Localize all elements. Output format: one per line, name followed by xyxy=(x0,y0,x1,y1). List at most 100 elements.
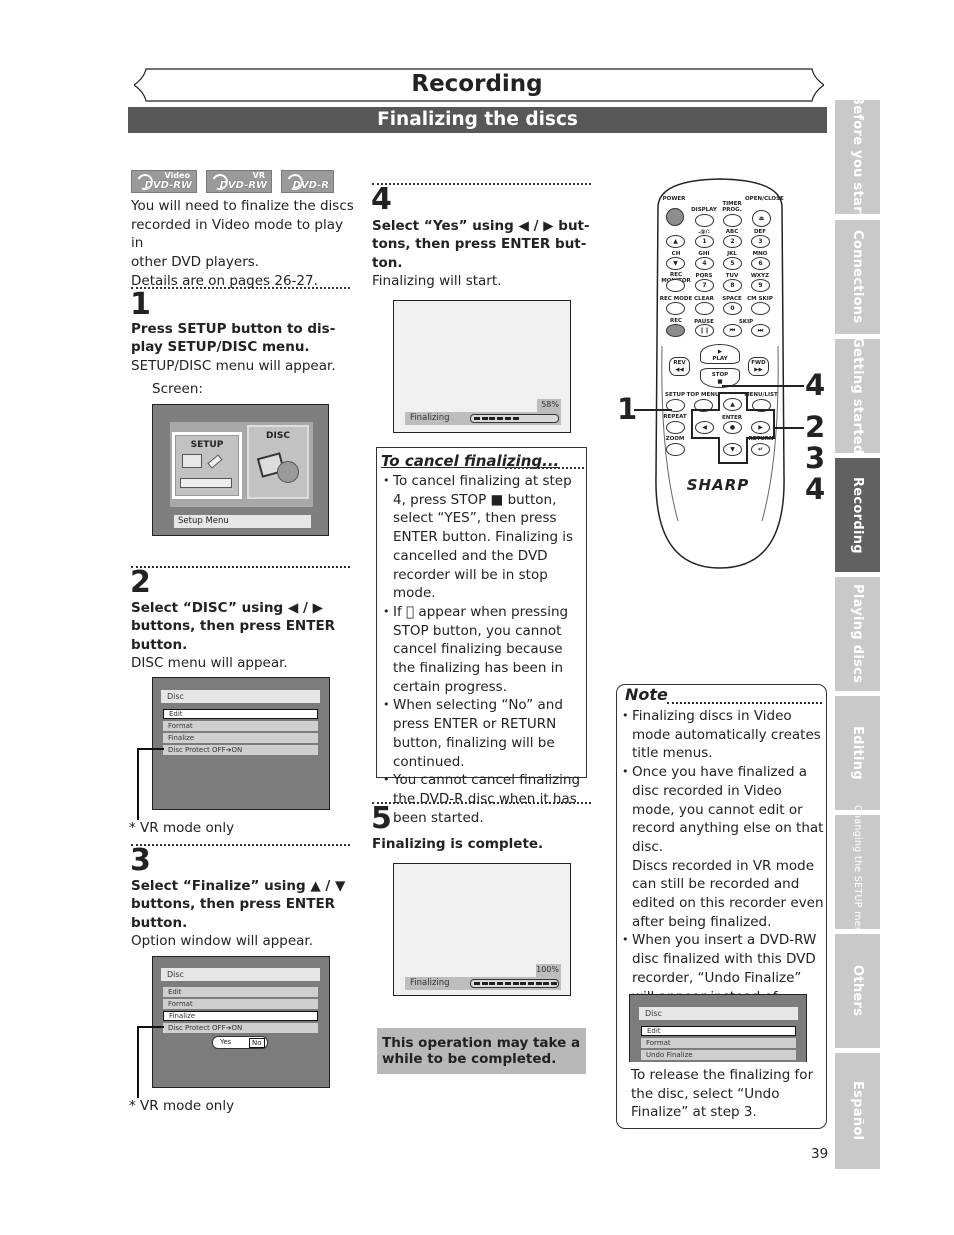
left-arrow-button[interactable]: ◀ xyxy=(695,421,714,434)
note-footer-text: To release the finalizing for the disc, … xyxy=(631,1067,814,1121)
progress-segment xyxy=(504,417,511,420)
dvd-rw-vr-logo: VR DVD-RW xyxy=(206,170,272,193)
menu-item-format[interactable]: Format xyxy=(163,721,318,731)
step-number: 3 xyxy=(130,843,151,878)
page-number: 39 xyxy=(811,1146,829,1162)
menu-item-disc-protect[interactable]: Disc Protect OFF➔ON xyxy=(163,1023,318,1033)
no-option[interactable]: No xyxy=(249,1038,265,1048)
key-6[interactable]: 6 xyxy=(751,257,770,270)
key-5[interactable]: 5 xyxy=(723,257,742,270)
vr-mode-footnote: * VR mode only xyxy=(129,1098,235,1114)
rec-monitor-button[interactable] xyxy=(666,279,685,292)
play-icon: ▶ xyxy=(717,349,723,355)
down-arrow-button[interactable]: ▼ xyxy=(723,443,742,456)
key-4[interactable]: 4 xyxy=(695,257,714,270)
menu-item-undo-finalize[interactable]: Undo Finalize xyxy=(641,1050,796,1060)
key-9[interactable]: 9 xyxy=(751,279,770,292)
finalize-option-screen: Disc Edit Format Finalize Disc Protect O… xyxy=(152,956,330,1088)
step-number: 5 xyxy=(371,801,392,836)
menu-item-edit[interactable]: Edit xyxy=(641,1026,796,1036)
menu-item-finalize[interactable]: Finalize xyxy=(163,733,318,743)
yes-option[interactable]: Yes xyxy=(220,1037,231,1048)
divider xyxy=(667,702,822,704)
bullet-item: To cancel finalizing at step 4, press ST… xyxy=(383,472,583,603)
key-3[interactable]: 3 xyxy=(751,235,770,248)
cm-skip-button[interactable] xyxy=(751,302,770,315)
pause-button[interactable]: ❙❙ xyxy=(695,324,714,337)
step-2-text: Select “DISC” using ◀ / ▶ buttons, then … xyxy=(131,600,336,671)
callout-line xyxy=(137,1026,164,1028)
progress-segment xyxy=(489,982,496,985)
ch-up-button[interactable]: ▲ xyxy=(666,235,685,248)
callout-4: 4 xyxy=(805,472,826,506)
menu-item-edit[interactable]: Edit xyxy=(163,709,318,719)
setup-menu-screen: SETUP DISC Setup Menu xyxy=(152,404,329,536)
setup-option[interactable]: SETUP xyxy=(172,432,242,499)
callout-line xyxy=(775,427,804,429)
side-tab-before-you-start[interactable]: Before you start xyxy=(835,95,880,219)
step-5-text: Finalizing is complete. xyxy=(372,836,544,852)
vr-mode-footnote: * VR mode only xyxy=(129,820,235,836)
side-tab-changing-setup-menu[interactable]: Changing the SETUP menu xyxy=(835,805,880,939)
key-8[interactable]: 8 xyxy=(723,279,742,292)
timer-prog-button[interactable] xyxy=(723,214,742,227)
step-3-text: Select “Finalize” using ▲ / ▼ buttons, t… xyxy=(131,878,346,949)
progress-segment xyxy=(512,417,519,420)
zoom-button[interactable] xyxy=(666,443,685,456)
fwd-button[interactable]: FWD ▶▶ xyxy=(748,357,769,376)
intro-text: You will need to finalize the discs reco… xyxy=(131,198,354,289)
key-0[interactable]: 0 xyxy=(723,302,742,315)
menu-item-format[interactable]: Format xyxy=(641,1038,796,1048)
progress-segment xyxy=(497,982,504,985)
open-close-button[interactable]: ⏏ xyxy=(752,210,771,227)
side-tab-playing-discs[interactable]: Playing discs xyxy=(835,577,880,691)
progress-segment xyxy=(535,982,542,985)
repeat-button[interactable] xyxy=(666,421,685,434)
undo-finalize-screen: Disc Edit Format Undo Finalize xyxy=(629,994,807,1062)
step-4-text: Select “Yes” using ◀ / ▶ but- tons, then… xyxy=(372,218,590,289)
menu-item-edit[interactable]: Edit xyxy=(163,987,318,997)
ch-down-button[interactable]: ▼ xyxy=(666,257,685,270)
side-tab-espanol[interactable]: Español xyxy=(835,1053,880,1169)
disc-option[interactable]: DISC xyxy=(247,425,309,499)
callout-line xyxy=(137,748,164,750)
menu-item-finalize[interactable]: Finalize xyxy=(163,1011,318,1021)
callout-line xyxy=(137,1026,139,1098)
display-button[interactable] xyxy=(695,214,714,227)
progress-segment xyxy=(543,982,550,985)
note-box: Note Finalizing discs in Video mode auto… xyxy=(616,684,827,1129)
skip-back-button[interactable]: ⏮ xyxy=(723,324,742,337)
divider xyxy=(131,287,350,289)
play-button[interactable]: ▶ PLAY xyxy=(700,344,740,364)
duration-callout: This operation may take a while to be co… xyxy=(377,1028,586,1074)
progress-segment xyxy=(497,417,504,420)
step-1-text: Press SETUP button to dis- play SETUP/DI… xyxy=(131,321,336,374)
right-arrow-button[interactable]: ▶ xyxy=(751,421,770,434)
key-7[interactable]: 7 xyxy=(695,279,714,292)
up-arrow-button[interactable]: ▲ xyxy=(723,398,742,411)
clear-button[interactable] xyxy=(695,302,714,315)
side-tab-recording[interactable]: Recording xyxy=(835,458,880,572)
side-tab-getting-started[interactable]: Getting started xyxy=(835,337,880,455)
side-tab-connections[interactable]: Connections xyxy=(835,220,880,334)
step-number: 1 xyxy=(130,287,151,322)
enter-button[interactable]: ● xyxy=(723,421,742,434)
yes-no-dialog: Yes No xyxy=(212,1036,268,1049)
rec-mode-button[interactable] xyxy=(666,302,685,315)
power-button[interactable] xyxy=(666,208,684,226)
side-tab-editing[interactable]: Editing xyxy=(835,696,880,810)
return-button[interactable]: ↵ xyxy=(751,443,770,456)
menu-item-disc-protect[interactable]: Disc Protect OFF➔ON xyxy=(163,745,318,755)
note-paragraph: Discs recorded in VR mode can still be r… xyxy=(632,857,824,930)
side-tab-others[interactable]: Others xyxy=(835,934,880,1048)
key-1[interactable]: 1 xyxy=(695,235,714,248)
skip-forward-button[interactable]: ⏭ xyxy=(751,324,770,337)
rec-button[interactable] xyxy=(666,324,685,337)
rev-button[interactable]: REV ◀◀ xyxy=(669,357,690,376)
menu-item-format[interactable]: Format xyxy=(163,999,318,1009)
key-2[interactable]: 2 xyxy=(723,235,742,248)
brand-logo: SHARP xyxy=(686,476,750,494)
progress-segment xyxy=(520,982,527,985)
page-title: Recording xyxy=(411,71,543,97)
dvd-rw-video-logo: Video DVD-RW xyxy=(131,170,197,193)
